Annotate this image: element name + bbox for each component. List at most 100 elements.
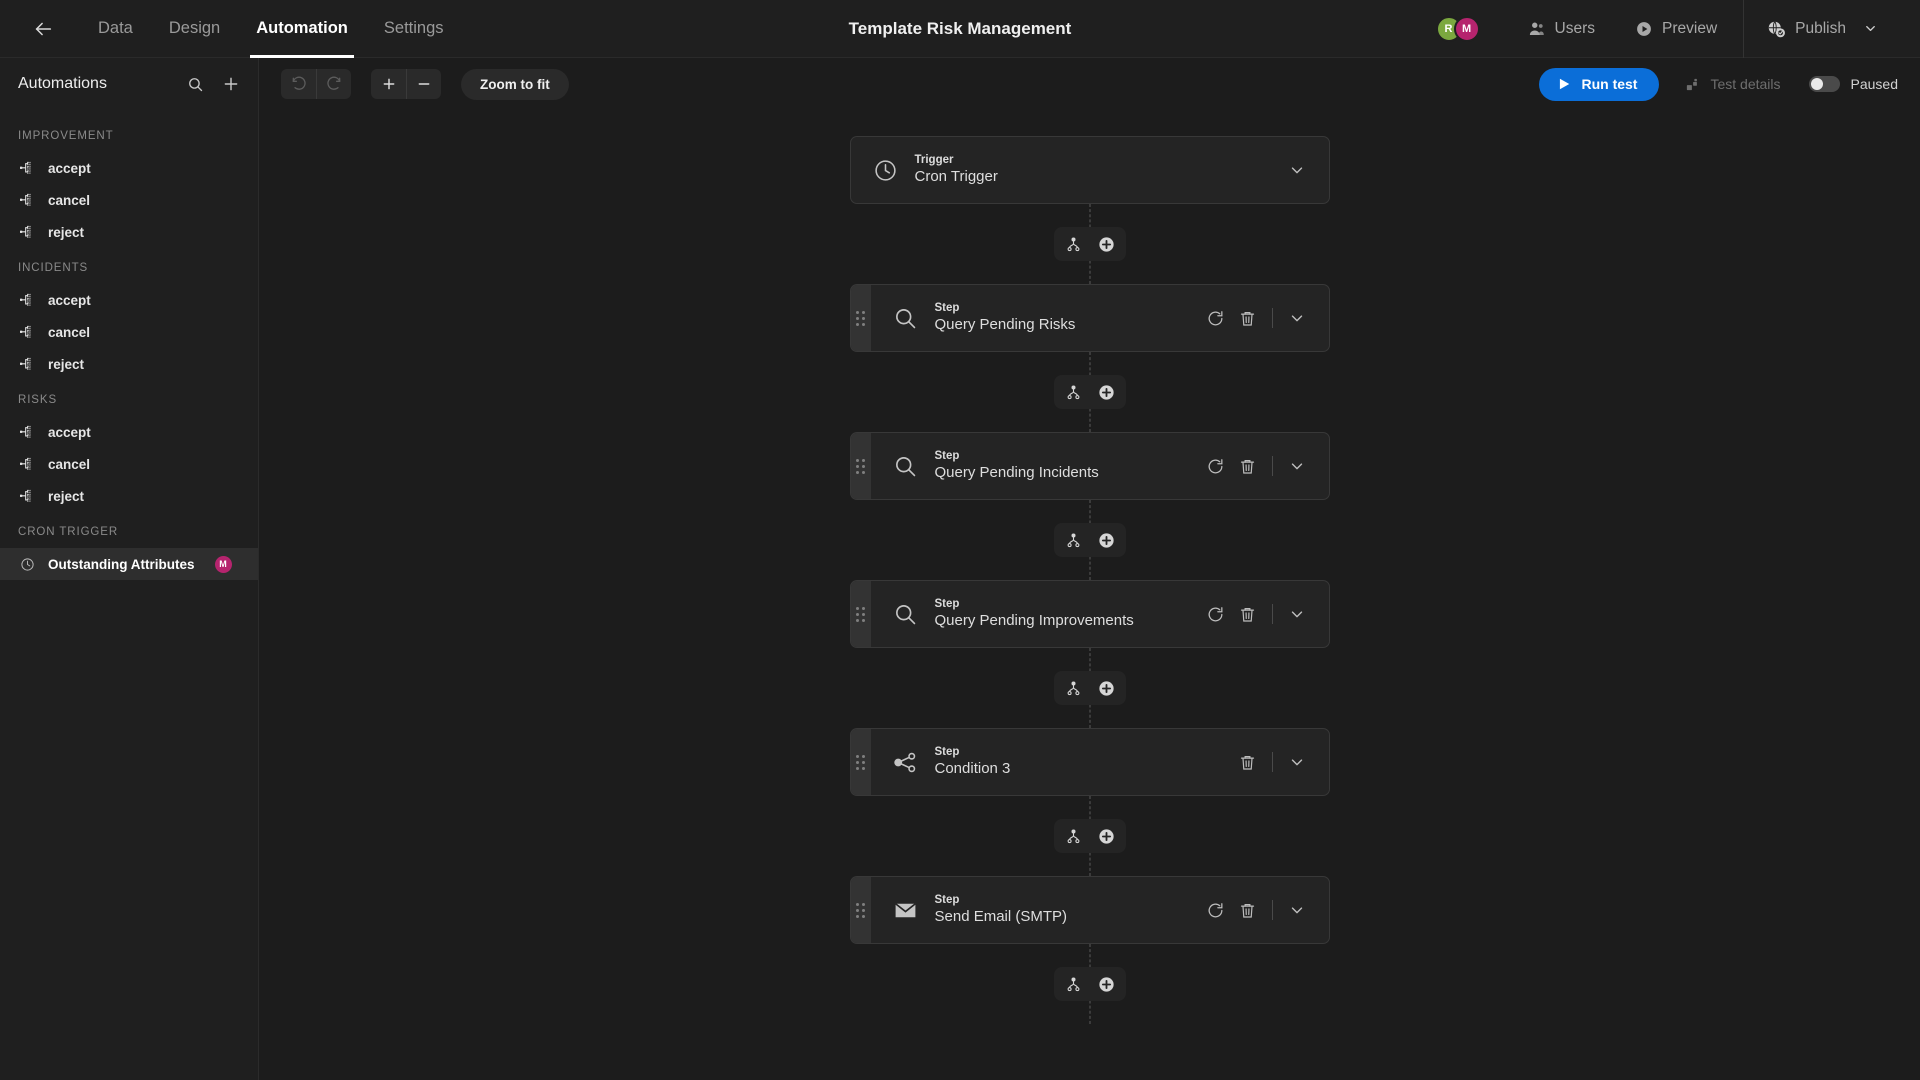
- trash-icon: [1238, 753, 1257, 772]
- expand-card-button[interactable]: [1281, 894, 1313, 926]
- test-details-button[interactable]: Test details: [1685, 76, 1781, 92]
- action-divider: [1271, 456, 1273, 476]
- card-icon-wrap: [891, 898, 921, 923]
- card-icon-wrap: [871, 158, 901, 183]
- chevron-down-icon: [1288, 457, 1306, 475]
- chevron-down-icon: [1288, 309, 1306, 327]
- sidebar-item-reject[interactable]: reject: [0, 480, 258, 512]
- drag-handle[interactable]: [850, 877, 871, 943]
- nav-tab-data[interactable]: Data: [80, 0, 151, 58]
- zoom-in-button[interactable]: [371, 69, 406, 99]
- flow-icon: [19, 424, 35, 440]
- add-branch-button[interactable]: [1060, 527, 1087, 554]
- add-branch-button[interactable]: [1060, 971, 1087, 998]
- nav-tab-automation[interactable]: Automation: [238, 0, 366, 58]
- sidebar-item-cancel[interactable]: cancel: [0, 448, 258, 480]
- run-test-button[interactable]: Run test: [1539, 67, 1660, 101]
- flow-connector: [850, 204, 1330, 284]
- back-button[interactable]: [20, 0, 66, 58]
- add-step-button[interactable]: [1093, 823, 1120, 850]
- card-content: Step Query Pending Improvements: [871, 581, 1329, 647]
- add-branch-button[interactable]: [1060, 675, 1087, 702]
- expand-card-button[interactable]: [1281, 746, 1313, 778]
- add-step-button[interactable]: [1093, 527, 1120, 554]
- action-divider: [1271, 308, 1273, 328]
- redo-button[interactable]: [316, 69, 351, 99]
- refresh-step-button[interactable]: [1200, 894, 1232, 926]
- sidebar-item-reject[interactable]: reject: [0, 216, 258, 248]
- add-step-button[interactable]: [1093, 971, 1120, 998]
- step-card[interactable]: Step Condition 3: [849, 728, 1330, 796]
- avatar[interactable]: M: [1453, 15, 1480, 42]
- action-divider: [1271, 604, 1273, 624]
- zoom-button-group: [371, 69, 441, 99]
- card-actions: [1200, 894, 1313, 926]
- clock-icon: [873, 158, 898, 183]
- header-actions: RM Users Preview Publish: [1435, 0, 1920, 58]
- sidebar-item-accept[interactable]: accept: [0, 416, 258, 448]
- publish-button[interactable]: Publish: [1750, 0, 1898, 58]
- delete-step-button[interactable]: [1232, 598, 1264, 630]
- chevron-down-icon: [1288, 605, 1306, 623]
- refresh-step-button[interactable]: [1200, 450, 1232, 482]
- trash-icon: [1238, 605, 1257, 624]
- expand-card-button[interactable]: [1281, 302, 1313, 334]
- sidebar-item-reject[interactable]: reject: [0, 348, 258, 380]
- sidebar-item-label: reject: [48, 488, 85, 504]
- play-icon: [1557, 77, 1571, 91]
- connector-actions: [1053, 819, 1126, 853]
- chevron-down-icon: [1288, 161, 1306, 179]
- add-step-button[interactable]: [1093, 379, 1120, 406]
- sidebar-item-cancel[interactable]: cancel: [0, 316, 258, 348]
- drag-handle[interactable]: [850, 581, 871, 647]
- drag-handle[interactable]: [850, 729, 871, 795]
- add-branch-button[interactable]: [1060, 231, 1087, 258]
- nav-tab-design[interactable]: Design: [151, 0, 238, 58]
- card-text: Step Query Pending Incidents: [935, 450, 1099, 482]
- sidebar-group-label: IMPROVEMENT: [18, 130, 114, 142]
- refresh-step-button[interactable]: [1200, 598, 1232, 630]
- add-branch-button[interactable]: [1060, 823, 1087, 850]
- search-icon: [893, 602, 918, 627]
- card-text: Step Query Pending Improvements: [935, 598, 1134, 630]
- branch-icon: [1065, 384, 1082, 401]
- circle-plus-icon: [1097, 531, 1116, 550]
- add-step-button[interactable]: [1093, 231, 1120, 258]
- expand-card-button[interactable]: [1281, 450, 1313, 482]
- zoom-to-fit-button[interactable]: Zoom to fit: [461, 68, 569, 100]
- expand-card-button[interactable]: [1281, 154, 1313, 186]
- step-card[interactable]: Step Query Pending Incidents: [849, 432, 1330, 500]
- step-card[interactable]: Step Query Pending Improvements: [849, 580, 1330, 648]
- delete-step-button[interactable]: [1232, 450, 1264, 482]
- step-card[interactable]: Step Send Email (SMTP): [849, 876, 1330, 944]
- delete-step-button[interactable]: [1232, 302, 1264, 334]
- canvas-toolbar: Zoom to fit Run test Test details Paused: [259, 58, 1920, 110]
- sidebar-item-accept[interactable]: accept: [0, 284, 258, 316]
- card-icon-wrap: [891, 454, 921, 479]
- sidebar-search-button[interactable]: [187, 76, 204, 93]
- card-icon-wrap: [891, 306, 921, 331]
- preview-button[interactable]: Preview: [1615, 0, 1737, 58]
- step-card[interactable]: Step Query Pending Risks: [849, 284, 1330, 352]
- sidebar-add-automation-button[interactable]: [222, 75, 240, 93]
- pause-toggle[interactable]: [1808, 76, 1840, 92]
- flow-icon: [19, 356, 35, 372]
- users-button[interactable]: Users: [1508, 0, 1615, 58]
- add-branch-button[interactable]: [1060, 379, 1087, 406]
- drag-handle[interactable]: [850, 285, 871, 351]
- zoom-out-button[interactable]: [406, 69, 441, 99]
- delete-step-button[interactable]: [1232, 894, 1264, 926]
- nav-tab-settings[interactable]: Settings: [366, 0, 462, 58]
- delete-step-button[interactable]: [1232, 746, 1264, 778]
- refresh-step-button[interactable]: [1200, 302, 1232, 334]
- expand-card-button[interactable]: [1281, 598, 1313, 630]
- sidebar-item-accept[interactable]: accept: [0, 152, 258, 184]
- undo-button[interactable]: [281, 69, 316, 99]
- add-step-button[interactable]: [1093, 675, 1120, 702]
- trigger-card[interactable]: Trigger Cron Trigger: [849, 136, 1330, 204]
- circle-plus-icon: [1097, 235, 1116, 254]
- sidebar-item-cancel[interactable]: cancel: [0, 184, 258, 216]
- automation-flow-canvas[interactable]: Trigger Cron Trigger Step Query Pending Ri…: [259, 110, 1920, 1080]
- drag-handle[interactable]: [850, 433, 871, 499]
- sidebar-item-outstanding-attributes[interactable]: Outstanding Attributes M: [0, 548, 258, 580]
